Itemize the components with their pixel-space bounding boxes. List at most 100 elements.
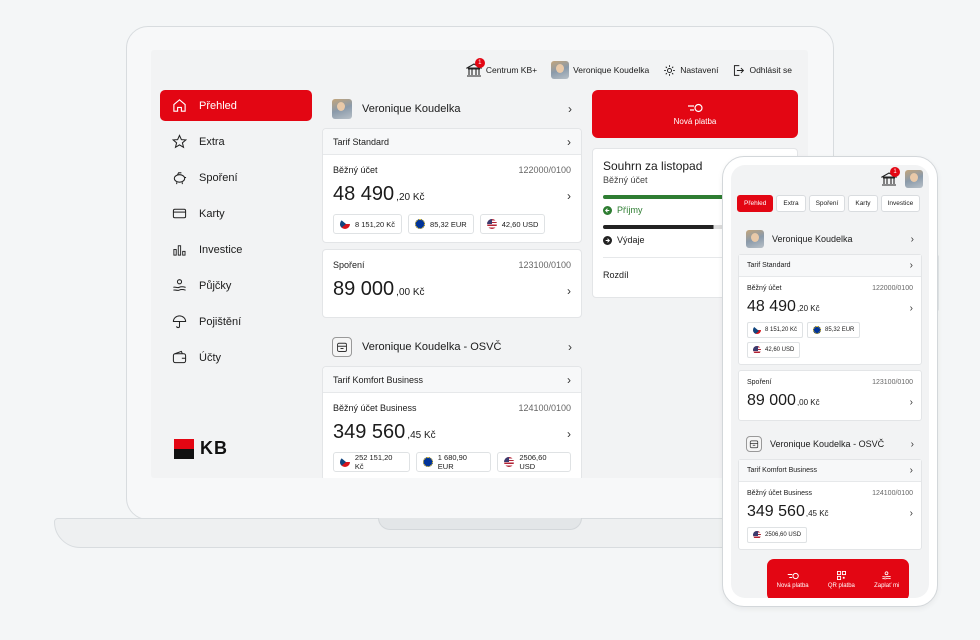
tarif-label: Tarif Standard — [333, 136, 390, 147]
centrum-kb-link[interactable]: 1 Centrum KB+ — [464, 58, 538, 77]
tarif-label: Tarif Standard — [747, 262, 791, 269]
balance-decimal: ,00 Kč — [396, 287, 425, 298]
eu-flag-icon — [415, 219, 426, 229]
owner-row-business[interactable]: Veronique Koudelka - OSVČ › — [738, 429, 922, 459]
tarif-label: Tarif Komfort Business — [333, 374, 424, 385]
account-card-current[interactable]: Běžný účet 122000/0100 48 490,20 Kč › 8 … — [323, 155, 581, 242]
bank-icon[interactable]: 1 — [879, 167, 900, 186]
currency-amount: 2506,60 USD — [765, 532, 802, 538]
balance-decimal: ,45 Kč — [407, 430, 436, 441]
eu-flag-icon — [813, 326, 822, 334]
currency-amount: 8 151,20 Kč — [765, 327, 798, 333]
loan-icon — [173, 279, 186, 291]
tarif-row[interactable]: Tarif Komfort Business › — [323, 367, 581, 393]
sidebar-item-label: Investice — [199, 243, 243, 256]
tab-extra[interactable]: Extra — [776, 195, 806, 212]
avatar[interactable] — [905, 170, 923, 188]
settings-link[interactable]: Nastavení — [663, 64, 718, 77]
sidebar-item-sporeni[interactable]: Spoření — [160, 162, 312, 193]
chevron-right-icon: › — [568, 340, 572, 354]
chevron-right-icon: › — [567, 284, 571, 298]
owner-row-business[interactable]: Veronique Koudelka - OSVČ › — [322, 328, 582, 366]
currency-chip-usd[interactable]: 2506,60 USD — [497, 452, 571, 472]
sidebar-item-ucty[interactable]: Účty — [160, 342, 312, 373]
chevron-right-icon: › — [909, 508, 913, 519]
balance-decimal: ,20 Kč — [796, 304, 820, 313]
sidebar-item-label: Karty — [199, 207, 225, 220]
currency-chip-eur[interactable]: 1 680,90 EUR — [415, 452, 492, 472]
account-number: 122000/0100 — [872, 285, 913, 292]
kb-logo-text: KB — [200, 438, 228, 458]
account-name: Běžný účet — [747, 285, 782, 292]
account-card-business[interactable]: Běžný účet Business 124100/0100 349 560,… — [323, 393, 581, 478]
account-balance: 48 490,20 Kč — [333, 183, 571, 206]
arrow-left-circle-icon — [603, 205, 612, 215]
tab-investice[interactable]: Investice — [880, 195, 921, 212]
currency-row: 252 151,20 Kč 1 680,90 EUR 2506,60 USD — [333, 452, 571, 472]
sidebar-item-label: Půjčky — [199, 279, 232, 292]
chevron-right-icon: › — [910, 233, 914, 245]
tab-sporeni[interactable]: Spoření — [808, 195, 846, 212]
tarif-row[interactable]: Tarif Standard › — [739, 255, 921, 277]
account-card-business[interactable]: Běžný účet Business 124100/0100 349 560,… — [739, 482, 921, 549]
business-icon — [332, 337, 352, 357]
request-payment-button[interactable]: Zaplať mi — [874, 571, 899, 589]
user-menu[interactable]: Veronique Koudelka — [551, 61, 649, 79]
currency-amount: 42,60 USD — [765, 347, 795, 353]
wallet-icon — [172, 350, 187, 364]
chevron-right-icon: › — [568, 102, 572, 116]
logout-link[interactable]: Odhlásit se — [732, 64, 792, 77]
sidebar-item-pujcky[interactable]: Půjčky — [160, 270, 312, 301]
qr-code-icon — [836, 571, 846, 580]
account-card-savings[interactable]: Spoření 123100/0100 89 000,00 Kč › — [322, 249, 582, 318]
account-balance: 349 560,45 Kč — [333, 421, 571, 444]
balance-integer: 349 560 — [747, 503, 805, 520]
new-payment-button[interactable]: Nová platba — [592, 90, 798, 138]
top-bar: 1 Centrum KB+ Veronique Koudelka Nastave… — [464, 56, 792, 84]
phone-action-bar: Nová platba QR platba Zaplať mi — [767, 559, 909, 598]
centrum-label: Centrum KB+ — [485, 65, 538, 75]
currency-chip-usd[interactable]: 2506,60 USD — [747, 527, 808, 543]
currency-amount: 252 151,20 Kč — [354, 453, 393, 471]
currency-chip-czk[interactable]: 8 151,20 Kč — [333, 214, 403, 234]
card-icon — [172, 208, 187, 219]
kb-logo-mark — [174, 438, 194, 459]
chevron-right-icon: › — [910, 438, 914, 450]
umbrella-icon — [172, 315, 187, 329]
currency-row: 2506,60 USD — [747, 527, 913, 543]
sidebar-item-extra[interactable]: Extra — [160, 126, 312, 157]
new-payment-button[interactable]: Nová platba — [777, 572, 809, 589]
phone-screen: 1 Přehled Extra Spoření Karty Investice … — [731, 165, 929, 598]
owner-row-personal[interactable]: Veronique Koudelka › — [322, 90, 582, 128]
owner-name: Veronique Koudelka — [362, 103, 461, 115]
tarif-row[interactable]: Tarif Komfort Business › — [739, 460, 921, 482]
currency-chip-czk[interactable]: 8 151,20 Kč — [747, 322, 804, 338]
request-money-icon — [882, 571, 892, 580]
account-name: Spoření — [333, 260, 365, 270]
tarif-row[interactable]: Tarif Standard › — [323, 129, 581, 155]
account-number: 124100/0100 — [872, 490, 913, 497]
qr-payment-button[interactable]: QR platba — [828, 571, 855, 589]
sidebar-item-karty[interactable]: Karty — [160, 198, 312, 229]
phone-top-bar: 1 — [731, 165, 929, 193]
phone-frame: 1 Přehled Extra Spoření Karty Investice … — [722, 156, 938, 607]
currency-chip-usd[interactable]: 42,60 USD — [747, 342, 801, 358]
currency-chip-eur[interactable]: 85,32 EUR — [408, 214, 474, 234]
currency-chip-czk[interactable]: 252 151,20 Kč — [333, 452, 410, 472]
owner-row-personal[interactable]: Veronique Koudelka › — [738, 224, 922, 254]
sidebar: Přehled Extra Spoření Karty Investice Pů… — [160, 90, 312, 478]
business-icon — [746, 436, 762, 452]
sidebar-item-prehled[interactable]: Přehled — [160, 90, 312, 121]
account-number: 124100/0100 — [518, 403, 571, 413]
piggy-bank-icon — [173, 172, 187, 185]
sidebar-item-investice[interactable]: Investice — [160, 234, 312, 265]
tab-karty[interactable]: Karty — [848, 195, 878, 212]
account-card-current[interactable]: Běžný účet 122000/0100 48 490,20 Kč › 8 … — [739, 277, 921, 364]
currency-chip-usd[interactable]: 42,60 USD — [479, 214, 546, 234]
account-group-business: Tarif Komfort Business › Běžný účet Busi… — [738, 459, 922, 550]
sidebar-item-pojisteni[interactable]: Pojištění — [160, 306, 312, 337]
account-card-savings[interactable]: Spoření 123100/0100 89 000,00 Kč › — [738, 370, 922, 421]
currency-chip-eur[interactable]: 85,32 EUR — [807, 322, 861, 338]
account-balance: 48 490,20 Kč — [747, 298, 913, 316]
tab-prehled[interactable]: Přehled — [737, 195, 774, 212]
